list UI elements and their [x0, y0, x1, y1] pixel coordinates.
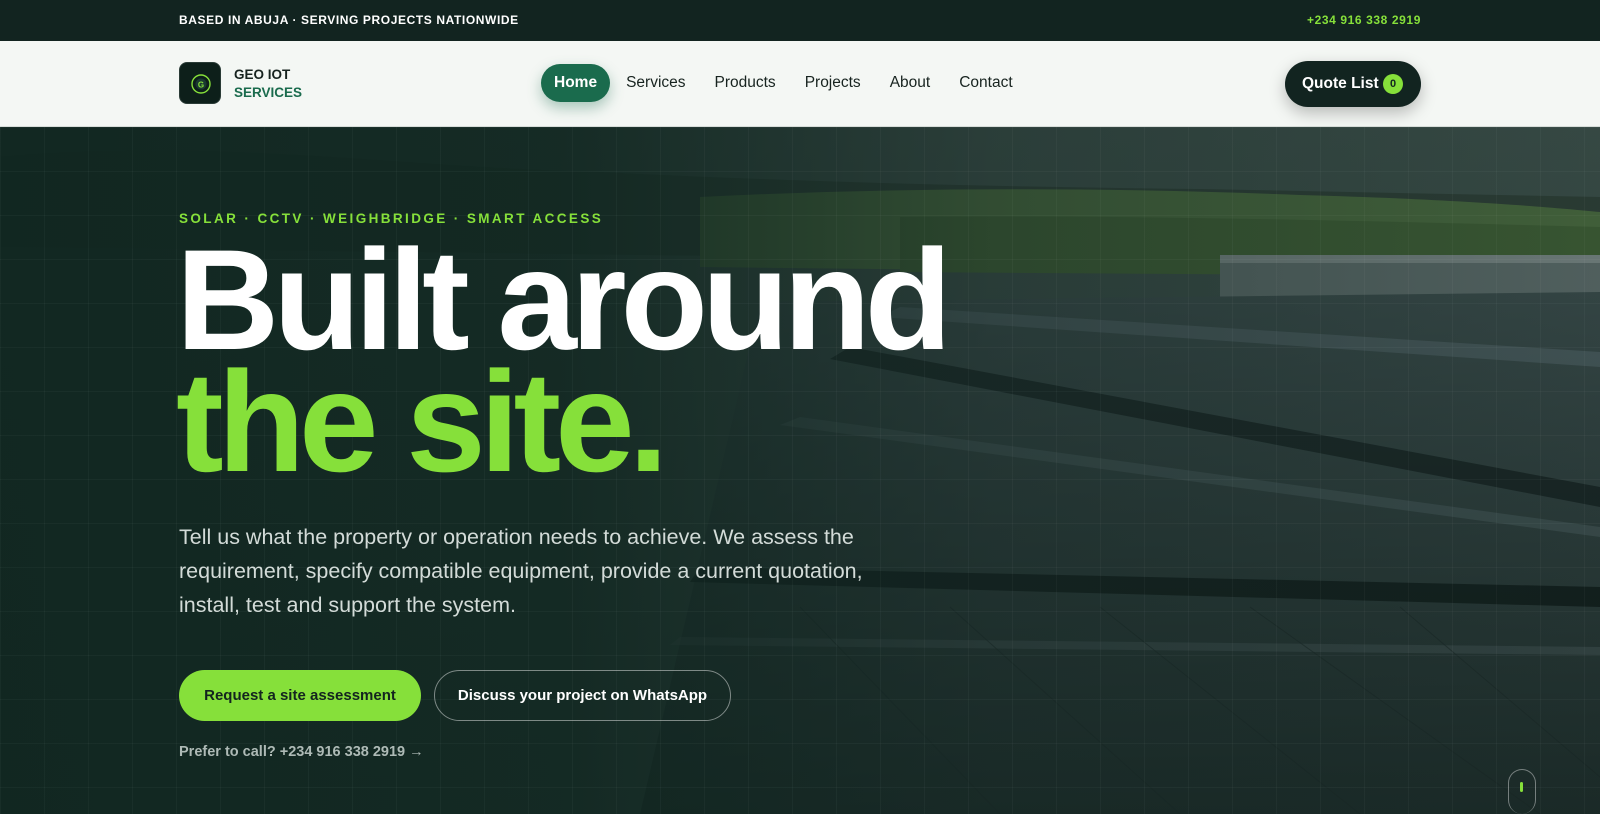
quote-count-badge: 0 [1383, 74, 1403, 94]
nav-home[interactable]: Home [541, 64, 611, 102]
scroll-dot [1520, 782, 1523, 792]
request-assessment-button[interactable]: Request a site assessment [179, 670, 421, 721]
hero-title-line-2: the site. [176, 343, 668, 502]
brand-name[interactable]: GEO IOT SERVICES [234, 66, 302, 102]
quote-list-label: Quote List [1302, 75, 1379, 92]
hero-section: SOLAR · CCTV · WEIGHBRIDGE · SMART ACCES… [0, 127, 1600, 814]
nav-projects[interactable]: Projects [792, 64, 874, 102]
brand-line-2: SERVICES [234, 85, 303, 100]
brand-line-1: GEO IOT [234, 67, 291, 82]
nav-contact[interactable]: Contact [946, 64, 1025, 102]
site-header: G GEO IOT SERVICES Home Services Product… [0, 41, 1600, 127]
nav-about[interactable]: About [877, 64, 944, 102]
hero-description: Tell us what the property or operation n… [179, 525, 863, 617]
hero-title: Built around the site. [176, 229, 952, 502]
quote-list-button[interactable]: Quote List 0 [1285, 61, 1421, 107]
nav-products[interactable]: Products [702, 64, 789, 102]
scroll-indicator-icon[interactable] [1508, 769, 1536, 814]
location-tagline: BASED IN ABUJA · SERVING PROJECTS NATION… [179, 13, 519, 27]
main-nav: Home Services Products Projects About Co… [541, 64, 1029, 102]
nav-services[interactable]: Services [613, 64, 698, 102]
call-link[interactable]: Prefer to call? +234 916 338 2919 → [179, 744, 424, 760]
whatsapp-button[interactable]: Discuss your project on WhatsApp [434, 670, 731, 721]
svg-text:G: G [198, 81, 204, 90]
logo-icon[interactable]: G [179, 62, 221, 104]
topbar-phone-link[interactable]: +234 916 338 2919 [1307, 13, 1421, 27]
top-info-bar: BASED IN ABUJA · SERVING PROJECTS NATION… [0, 0, 1600, 41]
